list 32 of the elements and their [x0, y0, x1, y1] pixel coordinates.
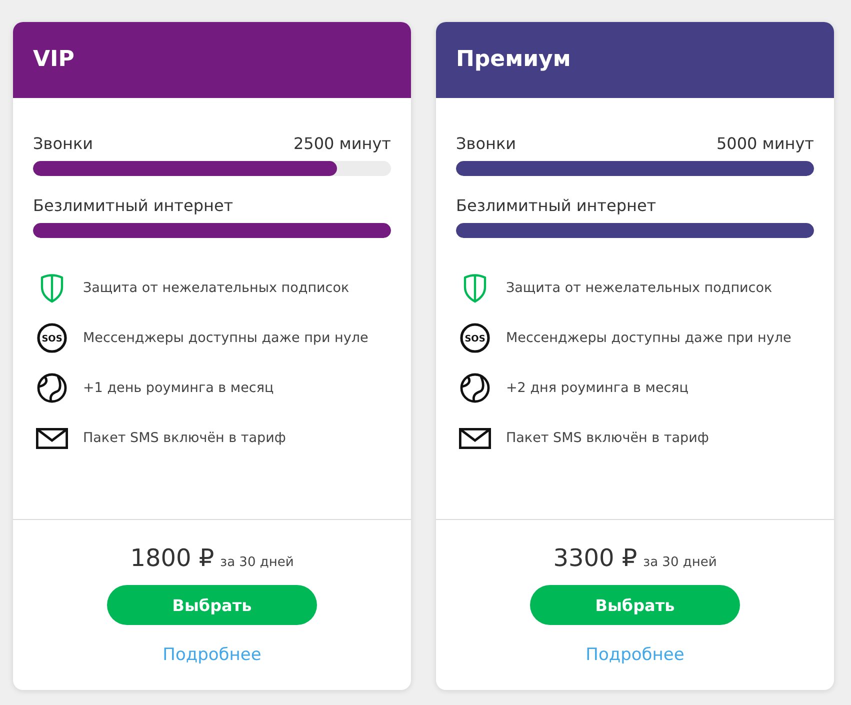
details-link[interactable]: Подробнее: [162, 645, 262, 665]
feature-text: Пакет SMS включён в тариф: [506, 429, 709, 447]
plan-title: VIP: [33, 46, 74, 74]
allowance-label: Звонки: [456, 134, 516, 154]
price-period: за 30 дней: [220, 555, 294, 570]
envelope-icon: [459, 428, 491, 448]
allowance-value: 2500 минут: [293, 134, 391, 154]
globe-icon: [460, 373, 490, 403]
sos-icon: SOS: [37, 323, 67, 353]
shield-icon: [463, 273, 487, 303]
envelope-icon: [36, 428, 68, 448]
sos-icon: SOS: [460, 323, 490, 353]
feature-text: Защита от нежелательных подписок: [83, 279, 350, 297]
select-button[interactable]: Выбрать: [530, 585, 740, 625]
allowance-label: Звонки: [33, 134, 93, 154]
allowance-label: Безлимитный интернет: [456, 196, 656, 216]
price-period: за 30 дней: [643, 555, 717, 570]
price-amount: 3300 ₽: [553, 543, 638, 573]
feature-text: Мессенджеры доступны даже при нуле: [506, 329, 792, 347]
feature-text: +2 дня роуминга в месяц: [506, 379, 688, 397]
details-link[interactable]: Подробнее: [586, 645, 684, 665]
feature-text: Защита от нежелательных подписок: [506, 279, 772, 297]
feature-text: Мессенджеры доступны даже при нуле: [83, 329, 368, 347]
globe-icon: [37, 373, 67, 403]
plan-title: Премиум: [456, 46, 571, 74]
select-button[interactable]: Выбрать: [107, 585, 317, 625]
price-amount: 1800 ₽: [130, 543, 214, 573]
shield-icon: [40, 273, 64, 303]
allowance-label: Безлимитный интернет: [33, 196, 234, 216]
allowance-value: 5000 минут: [716, 134, 814, 154]
feature-text: +1 день роуминга в месяц: [83, 379, 274, 397]
feature-text: Пакет SMS включён в тариф: [83, 429, 286, 447]
